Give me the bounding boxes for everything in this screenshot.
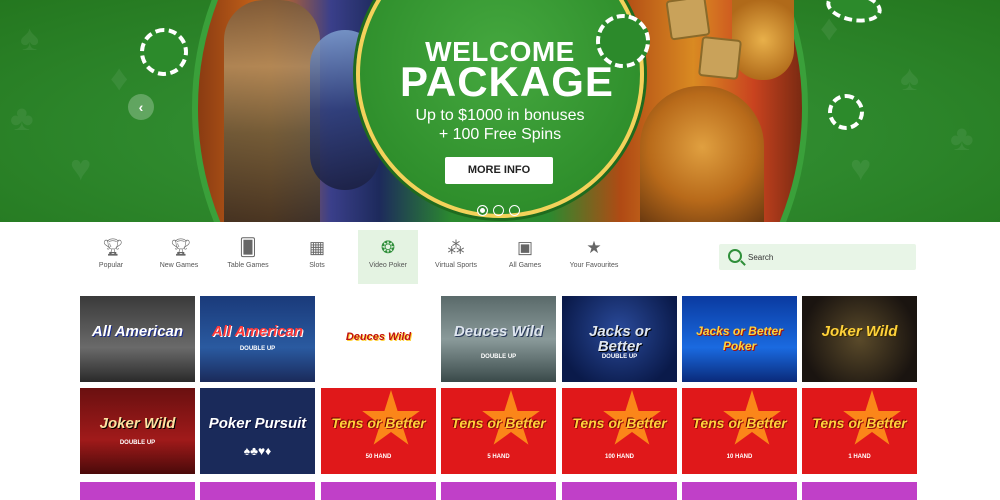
category-your-favourites[interactable]: ★ Your Favourites [564, 230, 624, 284]
game-title: Joker Wild [99, 415, 176, 432]
game-tile[interactable]: Tens or Better 100 HAND [562, 388, 677, 474]
carousel-dot-3[interactable] [509, 205, 520, 216]
chevron-left-icon: ‹ [138, 99, 144, 115]
game-subtitle: 5 HAND [487, 454, 510, 460]
search-input[interactable] [748, 248, 908, 266]
card-art [698, 36, 742, 80]
game-tile[interactable] [321, 482, 436, 500]
game-tile[interactable]: Jacks or Better Poker [682, 296, 797, 382]
game-title: Tens or Better [572, 415, 667, 431]
category-popular[interactable]: 🏆︎ Popular [81, 230, 141, 284]
game-title: Deuces Wild [453, 323, 544, 340]
poker-chip-icon: ❂ [380, 238, 396, 257]
game-tile[interactable]: Tens or Better 1 HAND [802, 388, 917, 474]
club-icon: ♣ [10, 97, 34, 138]
category-label: Virtual Sports [435, 262, 477, 269]
game-tile[interactable]: Deuces Wild DOUBLE UP [441, 296, 556, 382]
game-subtitle: 1 HAND [848, 454, 871, 460]
game-tile[interactable]: Tens or Better 10 HAND [682, 388, 797, 474]
game-title: Tens or Better [812, 415, 907, 431]
game-tile[interactable]: Joker Wild DOUBLE UP [80, 388, 195, 474]
category-label: Video Poker [368, 262, 407, 269]
game-title: Poker Pursuit [208, 415, 307, 432]
casino-chip-icon [133, 21, 195, 83]
game-tile[interactable]: Joker Wild [802, 296, 917, 382]
carousel-dot-1[interactable] [477, 205, 488, 216]
game-tile[interactable] [200, 482, 315, 500]
game-subtitle: DOUBLE UP [601, 354, 638, 360]
card-art [665, 0, 711, 41]
virtual-sports-icon: ⁂ [447, 238, 465, 257]
game-title: Joker Wild [821, 323, 898, 340]
category-label: Your Favourites [569, 262, 619, 269]
more-info-button[interactable]: MORE INFO [445, 157, 553, 184]
game-subtitle: DOUBLE UP [480, 354, 517, 360]
game-title: Jacks or Better Poker [696, 324, 783, 353]
trophy-icon: 🏆︎ [102, 238, 124, 257]
category-label: All Games [508, 262, 542, 269]
grid-icon: ▣ [516, 238, 534, 257]
category-new-games[interactable]: 🏆︎ New Games [149, 230, 209, 284]
game-title: Tens or Better [692, 415, 787, 431]
carousel-prev-button[interactable]: ‹ [128, 94, 154, 120]
game-tile[interactable] [682, 482, 797, 500]
category-label: Slots [309, 262, 325, 269]
game-tile[interactable]: All American [80, 296, 195, 382]
hero-banner: ♠ ♥ ♣ ♦ ♥ ♠ ♣ ♦ WELCOME PACKAGE Up to $1… [0, 0, 1000, 222]
search-icon [728, 249, 742, 263]
game-tile[interactable]: Tens or Better 50 HAND [321, 388, 436, 474]
game-title: Tens or Better [331, 415, 426, 431]
category-video-poker[interactable]: ❂ Video Poker [358, 230, 418, 284]
game-title: All American [211, 323, 304, 340]
spade-icon: ♠ [900, 57, 920, 98]
carousel-dot-2[interactable] [493, 205, 504, 216]
lion-art [640, 86, 764, 222]
category-label: Popular [98, 262, 124, 269]
category-slots[interactable]: ▦ Slots [287, 230, 347, 284]
game-subtitle: DOUBLE UP [239, 346, 276, 352]
category-label: Table Games [227, 262, 269, 269]
carousel-dots [477, 205, 520, 216]
category-all-games[interactable]: ▣ All Games [495, 230, 555, 284]
game-subtitle: 100 HAND [604, 454, 634, 460]
category-virtual-sports[interactable]: ⁂ Virtual Sports [426, 230, 486, 284]
game-tile[interactable]: Jacks or Better DOUBLE UP [562, 296, 677, 382]
game-tile[interactable]: Tens or Better 5 HAND [441, 388, 556, 474]
game-tile[interactable] [80, 482, 195, 500]
game-tile[interactable]: All American DOUBLE UP [200, 296, 315, 382]
game-title: Deuces Wild [345, 331, 412, 343]
cards-icon: 🂠 [239, 238, 257, 257]
game-subtitle: 10 HAND [726, 454, 753, 460]
heart-icon: ♥ [850, 147, 872, 188]
game-title: All American [91, 323, 184, 340]
game-title: Tens or Better [451, 415, 546, 431]
casino-chip-icon [828, 94, 864, 130]
search-box[interactable] [719, 244, 916, 270]
trophy-icon: 🏆︎ [170, 238, 192, 257]
bookmark-star-icon: ★ [586, 238, 602, 257]
explorer-character-art [224, 0, 320, 222]
hero-subtitle-line1: Up to $1000 in bonuses [415, 107, 585, 124]
game-subtitle: 50 HAND [365, 454, 392, 460]
game-tile[interactable]: Deuces Wild [321, 296, 436, 382]
spade-icon: ♠ [20, 17, 40, 58]
game-title: Jacks or Better [589, 323, 650, 355]
game-tile[interactable] [441, 482, 556, 500]
game-subtitle: DOUBLE UP [119, 440, 156, 446]
card-suits-icon: ♠♣♥♦ [243, 444, 272, 458]
hero-subtitle-line2: + 100 Free Spins [438, 126, 562, 143]
hero-title-line2: PACKAGE [400, 58, 614, 105]
giraffe-art [732, 0, 794, 80]
category-label: New Games [159, 262, 199, 269]
game-tile[interactable] [562, 482, 677, 500]
game-tile[interactable] [802, 482, 917, 500]
category-table-games[interactable]: 🂠 Table Games [218, 230, 278, 284]
heart-icon: ♥ [70, 147, 92, 188]
game-tile[interactable]: Poker Pursuit ♠♣♥♦ [200, 388, 315, 474]
slot-machine-icon: ▦ [308, 238, 326, 257]
club-icon: ♣ [950, 117, 974, 158]
diamond-icon: ♦ [110, 57, 129, 98]
